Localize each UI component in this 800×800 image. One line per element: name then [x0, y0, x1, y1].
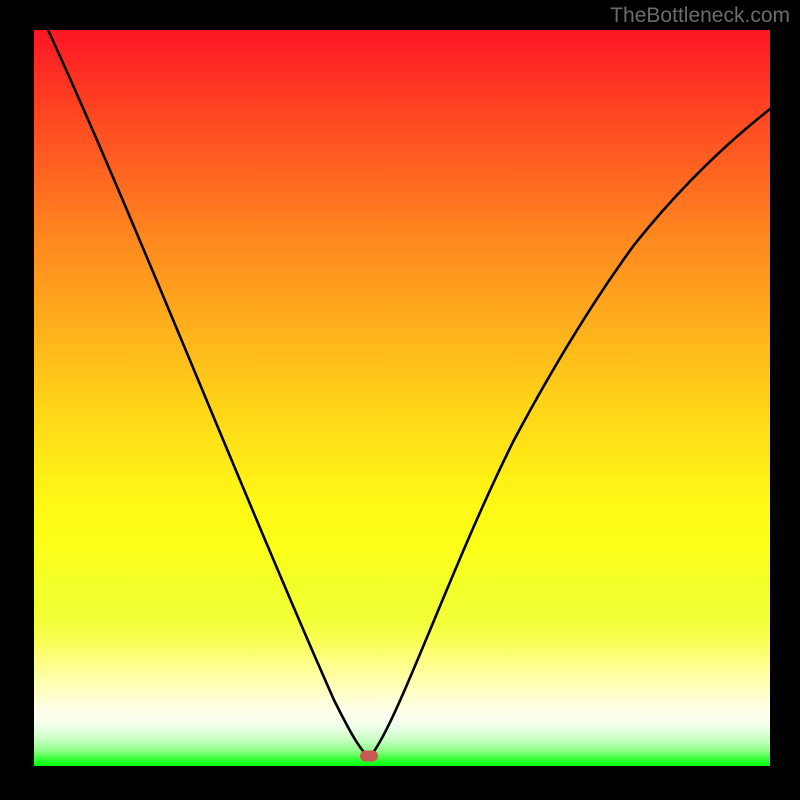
minimum-marker: [360, 750, 378, 761]
curve-svg: [34, 30, 770, 766]
plot-area: [34, 30, 770, 766]
bottleneck-curve-path: [48, 30, 770, 754]
watermark-text: TheBottleneck.com: [610, 4, 790, 28]
